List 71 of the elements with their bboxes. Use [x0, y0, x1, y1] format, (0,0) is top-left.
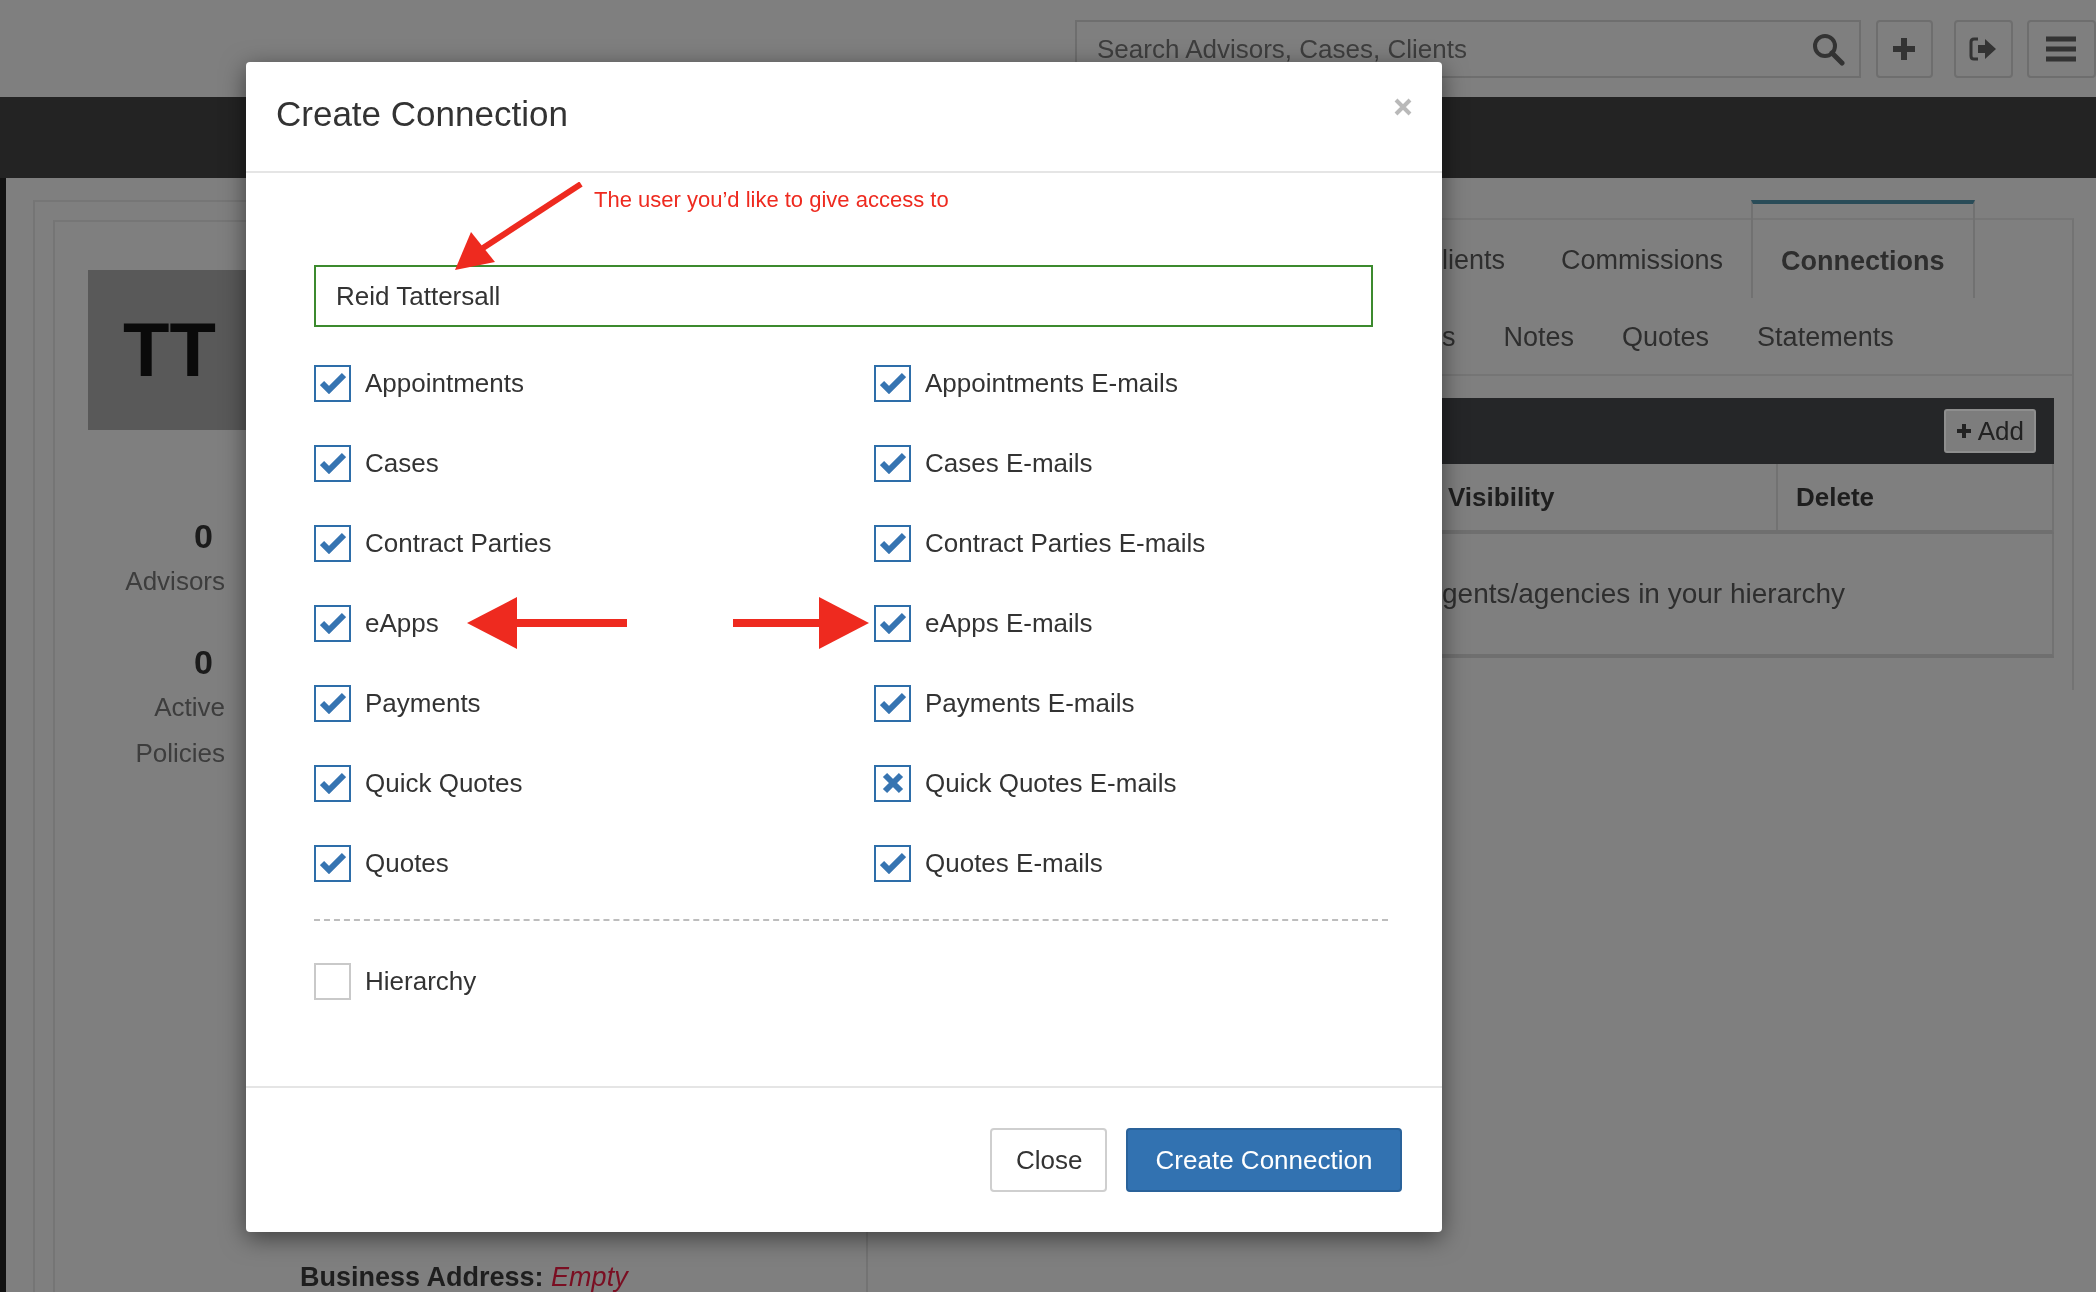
checkbox-label: Quotes E-mails: [925, 847, 1103, 879]
checkbox-label: Contract Parties E-mails: [925, 527, 1206, 559]
checkbox-label: Payments: [365, 687, 481, 719]
dialog-title: Create Connection: [276, 92, 568, 134]
cross-icon: [881, 772, 904, 794]
user-field[interactable]: Reid Tattersall: [314, 265, 1373, 327]
check-icon: [319, 852, 346, 874]
checkbox[interactable]: [314, 764, 351, 802]
check-icon: [879, 372, 906, 394]
checkbox-label: Payments E-mails: [925, 687, 1135, 719]
search-field[interactable]: Search Advisors, Cases, Clients: [1075, 20, 1861, 78]
checkbox[interactable]: [314, 364, 351, 402]
checkbox-label: eApps E-mails: [925, 607, 1093, 639]
checkbox[interactable]: [314, 524, 351, 562]
check-icon: [319, 612, 346, 634]
check-icon: [879, 452, 906, 474]
tab[interactable]: s: [1442, 298, 1478, 374]
stat-value: 0: [194, 516, 213, 557]
checkbox[interactable]: [874, 604, 911, 642]
checkbox[interactable]: [874, 364, 911, 402]
checkbox[interactable]: [314, 444, 351, 482]
stat-label: Active Policies: [134, 691, 225, 770]
tab[interactable]: Quotes: [1596, 298, 1732, 374]
business-address: Business Address: Empty: [300, 1262, 630, 1292]
tab[interactable]: Statements: [1731, 298, 1916, 374]
checkbox[interactable]: [314, 844, 351, 882]
checkbox[interactable]: [314, 684, 351, 722]
column-header: Delete: [1795, 480, 1875, 514]
add-icon[interactable]: [1875, 20, 1933, 78]
checkbox-label: Quick Quotes E-mails: [925, 767, 1177, 799]
menu-icon[interactable]: [2026, 20, 2096, 78]
checkbox[interactable]: [874, 764, 911, 802]
tab[interactable]: Commissions: [1533, 220, 1752, 298]
stat-label: Advisors: [124, 565, 225, 598]
stat-value: 0: [194, 642, 213, 683]
checkbox-label: Appointments: [365, 367, 524, 399]
tab[interactable]: Connections: [1751, 200, 1975, 298]
check-icon: [319, 772, 346, 794]
check-icon: [879, 852, 906, 874]
check-icon: [879, 612, 906, 634]
checkbox[interactable]: [314, 962, 351, 1000]
checkbox-label: Quotes: [365, 847, 449, 879]
create-connection-button[interactable]: Create Connection: [1126, 1128, 1402, 1192]
sign-out-icon[interactable]: [1953, 20, 2013, 78]
tab[interactable]: Notes: [1477, 298, 1597, 374]
checkbox-label: Cases E-mails: [925, 447, 1093, 479]
checkbox-label: Contract Parties: [365, 527, 552, 559]
check-icon: [319, 452, 346, 474]
add-button[interactable]: Add: [1943, 409, 2036, 453]
close-button[interactable]: Close: [990, 1128, 1107, 1192]
check-icon: [879, 532, 906, 554]
checkbox[interactable]: [314, 604, 351, 642]
checkbox[interactable]: [874, 844, 911, 882]
check-icon: [319, 372, 346, 394]
checkbox[interactable]: [874, 524, 911, 562]
check-icon: [319, 532, 346, 554]
checkbox-label: Cases: [365, 447, 439, 479]
checkbox-label: eApps: [365, 607, 439, 639]
checkbox[interactable]: [874, 444, 911, 482]
empty-message: gents/agencies in your hierarchy: [1442, 578, 1846, 610]
checkbox-label: Quick Quotes: [365, 767, 523, 799]
check-icon: [319, 692, 346, 714]
checkbox[interactable]: [874, 684, 911, 722]
checkbox-label: Appointments E-mails: [925, 367, 1178, 399]
plus-icon: [1955, 423, 1972, 439]
annotation-text: The user you’d like to give access to: [594, 187, 949, 212]
checkbox-label: Hierarchy: [365, 965, 477, 997]
tab[interactable]: lients: [1442, 220, 1534, 298]
avatar-initials: TT: [88, 270, 246, 430]
search-icon: [1810, 32, 1845, 66]
check-icon: [879, 692, 906, 714]
